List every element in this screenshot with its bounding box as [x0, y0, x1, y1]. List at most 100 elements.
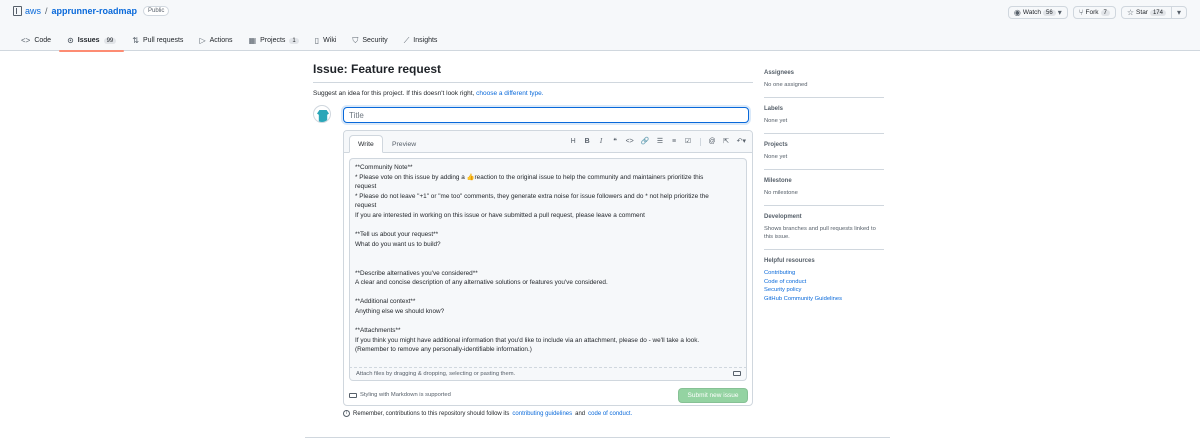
body-line: [355, 317, 741, 327]
body-line: If you think you might have additional i…: [355, 336, 700, 344]
choose-different-type-link[interactable]: choose a different type.: [476, 90, 543, 97]
tab-label: Wiki: [323, 37, 337, 44]
watch-button[interactable]: ◉ Watch 56 ▾: [1009, 7, 1067, 18]
sidebar-projects[interactable]: Projects None yet: [764, 142, 884, 170]
link-icon[interactable]: 🔗: [641, 137, 650, 146]
ordered-list-icon[interactable]: ≡: [671, 137, 678, 146]
new-issue-main: Issue: Feature request Suggest an idea f…: [313, 62, 753, 417]
repo-nav-tabs: <> Code ⊙ Issues 99 ⇅ Pull requests ▷ Ac…: [13, 31, 446, 52]
body-line: [355, 249, 741, 259]
repo-owner-link[interactable]: aws: [25, 6, 41, 16]
tab-label: Pull requests: [142, 37, 184, 44]
comment-editor: Write Preview H B I ❝ <> 🔗 ☰ ≡ ☑ @ ⇱ ↶▾: [343, 130, 753, 406]
body-line: request: [355, 202, 377, 210]
assignees-value: No one assigned: [764, 82, 808, 88]
visibility-badge: Public: [143, 6, 170, 16]
tab-projects[interactable]: ▦ Projects 1: [241, 31, 307, 50]
body-line: **Attachments**: [355, 327, 401, 335]
body-line: [355, 288, 741, 298]
body-line: Anything else we should know?: [355, 307, 445, 315]
quote-icon[interactable]: ❝: [612, 137, 619, 146]
body-line: (Remember to remove any personally-ident…: [355, 346, 532, 354]
tab-code[interactable]: <> Code: [13, 31, 59, 50]
issues-count: 99: [103, 37, 117, 44]
contributing-guidelines-link[interactable]: contributing guidelines: [512, 411, 572, 417]
triangle-down-icon: ▾: [1057, 7, 1062, 17]
sidebar-development[interactable]: Development Shows branches and pull requ…: [764, 214, 884, 250]
tab-issues[interactable]: ⊙ Issues 99: [59, 31, 125, 52]
body-line: * Please do not leave "+1" or "me too" c…: [355, 192, 709, 200]
star-list-dropdown[interactable]: ▾: [1170, 7, 1186, 18]
body-line: **Community Note**: [355, 164, 413, 171]
projects-value: None yet: [764, 154, 788, 160]
star-icon: ☆: [1126, 7, 1135, 17]
tab-label: Issues: [77, 37, 100, 44]
fork-label: Fork: [1085, 9, 1099, 16]
tab-pull-requests[interactable]: ⇅ Pull requests: [124, 31, 191, 50]
attach-files-bar[interactable]: Attach files by dragging & dropping, sel…: [349, 368, 747, 381]
editor-footer: Styling with Markdown is supported Submi…: [344, 386, 752, 406]
issue-title-input[interactable]: [343, 107, 749, 123]
tab-preview[interactable]: Preview: [384, 135, 424, 153]
code-of-conduct-sidebar-link[interactable]: Code of conduct: [764, 278, 884, 287]
star-label: Star: [1136, 9, 1148, 16]
graph-icon: ⟋: [403, 35, 410, 45]
star-button[interactable]: ☆ Star 174: [1122, 7, 1171, 18]
tab-label: Code: [34, 37, 52, 44]
body-line: **Describe alternatives you've considere…: [355, 269, 478, 277]
italic-icon[interactable]: I: [598, 137, 605, 146]
fork-button[interactable]: ⑂ Fork 7: [1074, 7, 1115, 18]
page-title: Issue: Feature request: [313, 62, 753, 83]
development-heading: Development: [764, 214, 802, 220]
body-line: request: [355, 183, 377, 191]
security-policy-link[interactable]: Security policy: [764, 286, 884, 295]
unordered-list-icon[interactable]: ☰: [657, 137, 664, 146]
avatar: [313, 105, 331, 123]
toolbar-divider: [699, 137, 701, 146]
reminder-and: and: [575, 410, 586, 417]
star-count: 174: [1149, 9, 1166, 16]
issue-sidebar: Assignees No one assigned Labels None ye…: [764, 70, 884, 319]
markdown-note-text: Styling with Markdown is supported: [360, 392, 451, 398]
submit-new-issue-button[interactable]: Submit new issue: [678, 388, 748, 403]
watch-button-group: ◉ Watch 56 ▾: [1007, 6, 1068, 19]
repo-forked-icon: ⑂: [1078, 7, 1084, 17]
repo-icon: [13, 6, 22, 16]
tab-actions[interactable]: ▷ Actions: [191, 31, 240, 50]
helpful-resources-heading: Helpful resources: [764, 258, 815, 264]
tab-security[interactable]: ⛉ Security: [344, 31, 395, 50]
info-icon: i: [343, 410, 350, 417]
tasklist-icon[interactable]: ☑: [685, 137, 692, 146]
fork-button-group: ⑂ Fork 7: [1072, 6, 1116, 19]
body-line: [355, 259, 741, 269]
repo-title: aws / apprunner-roadmap Public: [13, 6, 170, 16]
repo-actions: ◉ Watch 56 ▾ ⑂ Fork 7 ☆ Star 174 ▾: [1007, 6, 1187, 19]
mention-icon[interactable]: @: [709, 137, 716, 146]
code-icon[interactable]: <>: [626, 137, 634, 146]
repo-name-link[interactable]: apprunner-roadmap: [52, 6, 138, 16]
code-of-conduct-link[interactable]: code of conduct.: [588, 411, 632, 417]
bold-icon[interactable]: B: [584, 137, 591, 146]
markdown-note[interactable]: Styling with Markdown is supported: [349, 392, 451, 398]
assignees-heading: Assignees: [764, 70, 795, 76]
issue-body-textarea[interactable]: **Community Note** * Please vote on this …: [349, 158, 747, 368]
table-icon: ▦: [248, 35, 257, 45]
contributing-link[interactable]: Contributing: [764, 269, 884, 278]
sidebar-labels[interactable]: Labels None yet: [764, 106, 884, 134]
reminder-text: Remember, contributions to this reposito…: [353, 410, 510, 417]
sidebar-milestone[interactable]: Milestone No milestone: [764, 178, 884, 206]
projects-heading: Projects: [764, 142, 788, 148]
tab-label: Insights: [413, 37, 438, 44]
tab-wiki[interactable]: ▯ Wiki: [307, 31, 345, 50]
tab-insights[interactable]: ⟋ Insights: [396, 31, 446, 50]
reply-icon[interactable]: ↶▾: [737, 137, 746, 146]
body-line: **Additional context**: [355, 298, 416, 306]
issue-type-subtitle: Suggest an idea for this project. If thi…: [313, 90, 753, 97]
heading-icon[interactable]: H: [570, 137, 577, 146]
sidebar-assignees[interactable]: Assignees No one assigned: [764, 70, 884, 98]
community-guidelines-link[interactable]: GitHub Community Guidelines: [764, 295, 884, 304]
tab-write[interactable]: Write: [349, 135, 383, 153]
book-icon: ▯: [314, 35, 320, 45]
fork-count: 7: [1100, 9, 1110, 16]
cross-reference-icon[interactable]: ⇱: [723, 137, 730, 146]
